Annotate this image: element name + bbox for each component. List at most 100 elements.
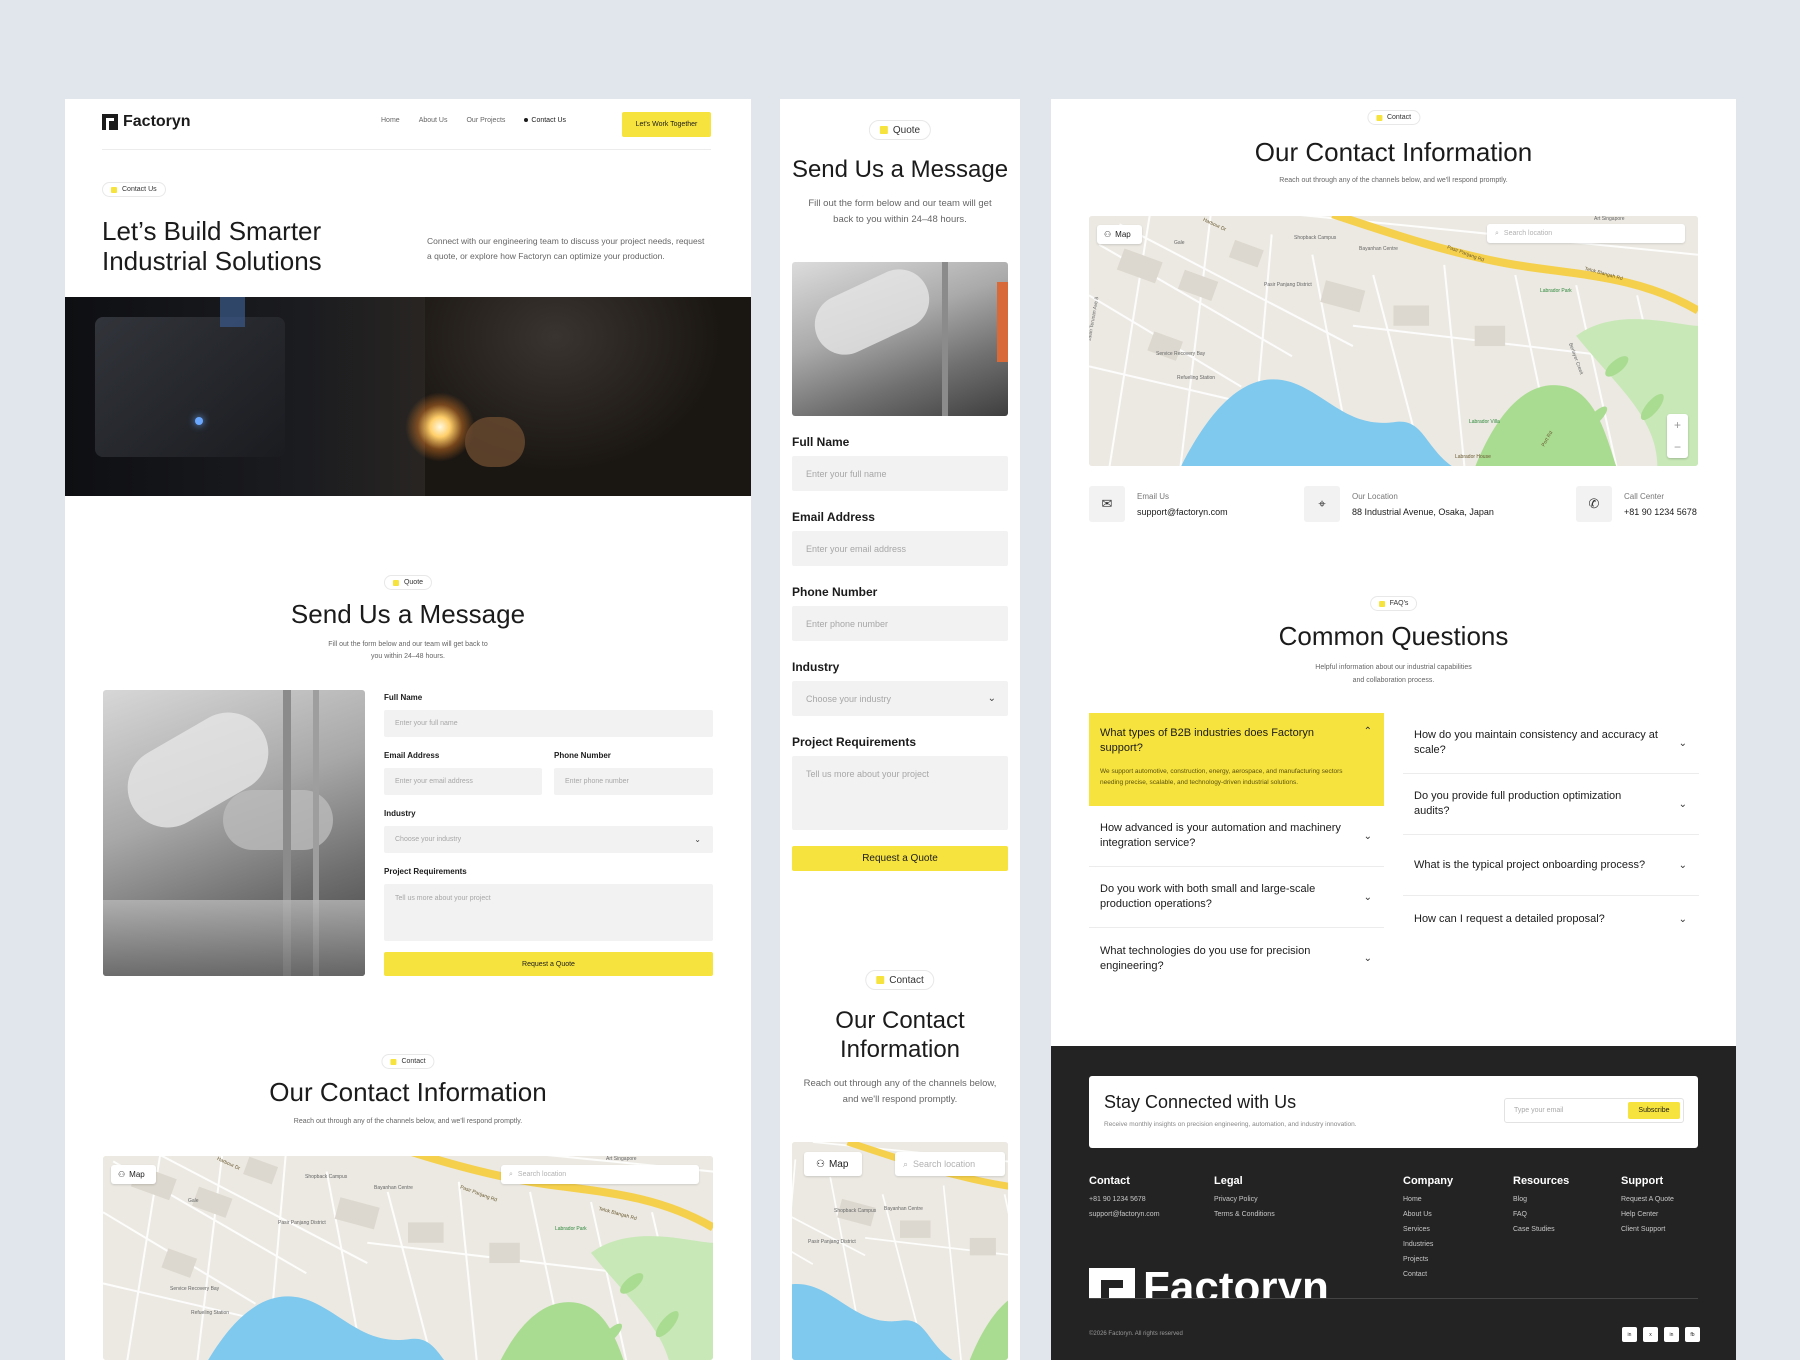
footer-contact-title: Contact <box>1089 1175 1130 1187</box>
footer-big-logo: Factoryn <box>1089 1266 1329 1298</box>
tag-square-icon <box>390 1058 397 1065</box>
map-canvas <box>1089 216 1698 466</box>
facebook-icon[interactable]: fb <box>1685 1327 1700 1342</box>
email-label: Email Address <box>792 510 875 524</box>
map-button[interactable]: ⚇ Map <box>1097 225 1142 244</box>
footer-company-item[interactable]: Services <box>1403 1226 1430 1233</box>
user-icon: ⚇ <box>1104 230 1112 239</box>
full-name-input[interactable]: Enter your full name <box>384 710 713 737</box>
industry-select[interactable]: Choose your industry ⌄ <box>792 681 1008 716</box>
x-icon[interactable]: x <box>1643 1327 1658 1342</box>
subscribe-button[interactable]: Subscribe <box>1628 1102 1680 1119</box>
map-search-input[interactable]: ⌕ Search location <box>895 1152 1005 1176</box>
nav-contact[interactable]: Contact Us <box>524 117 566 124</box>
zoom-out-icon[interactable]: − <box>1674 440 1681 454</box>
phone-input[interactable]: Enter phone number <box>554 768 713 795</box>
map-label-labrador: Labrador Park <box>555 1226 587 1232</box>
faq-subtitle: Helpful information about our industrial… <box>1315 664 1472 684</box>
footer-contact-item[interactable]: +81 90 1234 5678 <box>1089 1196 1146 1203</box>
tag-square-icon <box>1375 114 1382 121</box>
machinery-image <box>103 690 365 976</box>
faq-item[interactable]: How advanced is your automation and mach… <box>1089 806 1384 867</box>
machinery-image <box>792 262 1008 416</box>
map-search-input[interactable]: ⌕ Search location <box>501 1165 699 1184</box>
footer-support-item[interactable]: Request A Quote <box>1621 1196 1674 1203</box>
requirements-textarea[interactable]: Tell us more about your project <box>384 884 713 941</box>
contact-tag: Contact <box>865 970 935 990</box>
footer-company-item[interactable]: About Us <box>1403 1211 1432 1218</box>
faq-item[interactable]: Do you work with both small and large-sc… <box>1089 867 1384 928</box>
map-search-input[interactable]: ⌕ Search location <box>1487 224 1685 243</box>
map-zoom-controls: + − <box>1667 414 1688 458</box>
map-button[interactable]: ⚇ Map <box>804 1152 862 1176</box>
footer-company-item[interactable]: Projects <box>1403 1256 1428 1263</box>
map-label-district: Pasir Panjang District <box>1264 282 1312 288</box>
channel-location[interactable]: ⌖ Our Location 88 Industrial Avenue, Osak… <box>1304 486 1494 522</box>
footer-legal-item[interactable]: Privacy Policy <box>1214 1196 1258 1203</box>
instagram-icon[interactable]: in <box>1664 1327 1679 1342</box>
email-input[interactable]: Enter your email address <box>384 768 542 795</box>
map-label-bayanhan: Bayanhan Centre <box>884 1206 923 1212</box>
phone-label: Phone Number <box>554 751 611 760</box>
footer-company-item[interactable]: Industries <box>1403 1241 1433 1248</box>
footer-divider <box>1089 1298 1698 1299</box>
tag-square-icon <box>392 579 399 586</box>
faq-item[interactable]: What technologies do you use for precisi… <box>1089 928 1384 989</box>
map-button[interactable]: ⚇ Map <box>111 1165 156 1184</box>
footer-resources-item[interactable]: Blog <box>1513 1196 1527 1203</box>
request-quote-button[interactable]: Request a Quote <box>384 952 713 976</box>
footer-contact-item[interactable]: support@factoryn.com <box>1089 1211 1160 1218</box>
chevron-up-icon: ⌃ <box>1363 726 1372 737</box>
footer-resources-item[interactable]: FAQ <box>1513 1211 1527 1218</box>
lets-work-together-button[interactable]: Let's Work Together <box>622 112 711 137</box>
linkedin-icon[interactable]: in <box>1622 1327 1637 1342</box>
channel-email[interactable]: ✉ Email Us support@factoryn.com <box>1089 486 1228 522</box>
send-message-subtitle: Fill out the form below and our team wil… <box>328 641 488 660</box>
newsletter-subtitle: Receive monthly insights on precision en… <box>1104 1121 1357 1128</box>
contact-map[interactable]: ⚇ Map ⌕ Search location Shopback Campus Ba… <box>792 1142 1008 1360</box>
map-label-refuel: Refueling Station <box>191 1310 230 1316</box>
user-icon: ⚇ <box>118 1170 126 1179</box>
faq-title: Common Questions <box>1278 621 1509 651</box>
contact-map[interactable]: ⚇ Map ⌕ Search location Harbour Dr Shopbac… <box>1089 216 1698 466</box>
hero-welding-image <box>65 297 751 496</box>
faq-item[interactable]: What is the typical project onboarding p… <box>1403 835 1699 896</box>
contact-map[interactable]: ⚇ Map ⌕ Search location Harbour Dr Shopbac… <box>103 1156 713 1360</box>
zoom-in-icon[interactable]: + <box>1674 418 1681 432</box>
phone-icon: ✆ <box>1576 486 1612 522</box>
map-label-service: Service Recovery Bay <box>1156 351 1206 357</box>
footer-company-item[interactable]: Contact <box>1403 1271 1427 1278</box>
faq-answer: We support automotive, construction, ene… <box>1100 768 1343 786</box>
faq-item-open[interactable]: What types of B2B industries does Factor… <box>1089 713 1384 806</box>
footer-support-item[interactable]: Client Support <box>1621 1226 1665 1233</box>
requirements-textarea[interactable]: Tell us more about your project <box>792 756 1008 830</box>
nav-home[interactable]: Home <box>381 117 400 124</box>
search-icon: ⌕ <box>1495 229 1499 237</box>
email-input[interactable]: Enter your email address <box>792 531 1008 566</box>
nav-projects[interactable]: Our Projects <box>466 117 505 124</box>
request-quote-button[interactable]: Request a Quote <box>792 846 1008 871</box>
industry-label: Industry <box>384 809 416 818</box>
faq-item[interactable]: Do you provide full production optimizat… <box>1403 774 1699 835</box>
hero-description: Connect with our engineering team to dis… <box>427 236 705 261</box>
faq-item[interactable]: How do you maintain consistency and accu… <box>1403 713 1699 774</box>
main-nav: Home About Us Our Projects Contact Us <box>381 117 566 124</box>
map-label-labrador: Labrador Park <box>1540 288 1572 294</box>
quote-tag: Quote <box>868 120 932 140</box>
footer-legal-item[interactable]: Terms & Conditions <box>1214 1211 1275 1218</box>
footer-company-item[interactable]: Home <box>1403 1196 1422 1203</box>
footer-support-item[interactable]: Help Center <box>1621 1211 1658 1218</box>
newsletter-email-input[interactable]: Type your email Subscribe <box>1504 1098 1684 1123</box>
factoryn-logo-icon <box>1089 1268 1135 1298</box>
full-name-input[interactable]: Enter your full name <box>792 456 1008 491</box>
phone-input[interactable]: Enter phone number <box>792 606 1008 641</box>
mobile-contact-page: Quote Send Us a Message Fill out the for… <box>780 99 1020 1360</box>
industry-select[interactable]: Choose your industry ⌄ <box>384 826 713 853</box>
channel-phone[interactable]: ✆ Call Center +81 90 1234 5678 <box>1576 486 1697 522</box>
nav-about[interactable]: About Us <box>419 117 448 124</box>
chevron-down-icon: ⌄ <box>1678 737 1687 749</box>
send-message-subtitle: Fill out the form below and our team wil… <box>808 198 992 225</box>
faq-item[interactable]: How can I request a detailed proposal? ⌄ <box>1403 896 1699 942</box>
brand-logo[interactable]: Factoryn <box>102 113 191 131</box>
footer-resources-item[interactable]: Case Studies <box>1513 1226 1555 1233</box>
